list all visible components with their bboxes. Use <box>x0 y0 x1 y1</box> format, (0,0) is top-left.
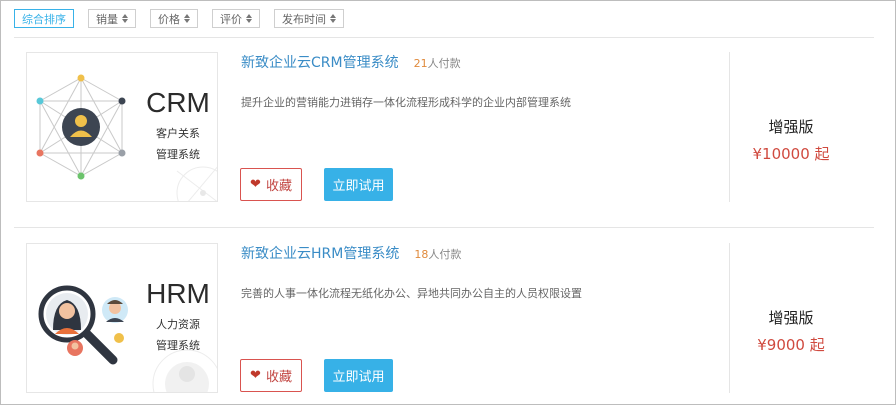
product-thumbnail[interactable]: CRM 客户关系 管理系统 <box>26 52 218 202</box>
favorite-label: 收藏 <box>265 370 292 385</box>
product-description: 提升企业的营销能力进销存一体化流程形成科学的企业内部管理系统 <box>241 96 571 109</box>
sort-price-button[interactable]: 价格 <box>150 9 198 28</box>
product-title[interactable]: 新致企业云HRM管理系统 <box>241 243 399 263</box>
edition-label: 增强版 <box>768 309 814 327</box>
product-item-crm: CRM 客户关系 管理系统 新致企业云CRM管理系统 21人付款 提升企业的营销… <box>14 38 874 228</box>
sort-rating-button[interactable]: 评价 <box>212 9 260 28</box>
sort-date-button[interactable]: 发布时间 <box>274 9 344 28</box>
try-now-button[interactable]: 立即试用 <box>324 168 393 201</box>
product-title-row: 新致企业云CRM管理系统 21人付款 <box>241 52 461 72</box>
paid-count-number: 18 <box>414 248 429 261</box>
product-item-hrm: HRM 人力资源 管理系统 新致企业云HRM管理系统 18人付款 完善的人事一体… <box>14 229 874 405</box>
sort-arrows-icon <box>246 14 252 23</box>
sort-label: 综合排序 <box>22 12 66 26</box>
sort-arrows-icon <box>330 14 336 23</box>
product-title-row: 新致企业云HRM管理系统 18人付款 <box>241 243 461 263</box>
sort-comprehensive-button[interactable]: 综合排序 <box>14 9 74 28</box>
heart-icon: ❤ <box>250 177 261 192</box>
sort-label: 评价 <box>220 12 242 26</box>
thumb-subtitle: 管理系统 <box>156 148 200 161</box>
sort-arrows-icon <box>122 14 128 23</box>
sort-label: 销量 <box>96 12 118 26</box>
row-divider <box>14 227 874 228</box>
thumb-abbr: CRM <box>146 87 210 118</box>
try-now-label: 立即试用 <box>332 370 385 385</box>
sort-arrows-icon <box>184 14 190 23</box>
thumb-subtitle: 客户关系 <box>156 127 200 140</box>
price-label: ¥9000 起 <box>757 336 825 354</box>
price-label: ¥10000 起 <box>752 145 830 163</box>
paid-count: 21人付款 <box>414 55 461 71</box>
thumb-subtitle: 人力资源 <box>156 318 200 331</box>
favorite-button[interactable]: ❤ 收藏 <box>240 168 302 201</box>
sort-bar: 综合排序 销量 价格 评价 发布时间 <box>14 9 358 29</box>
paid-count-number: 21 <box>413 57 428 70</box>
favorite-button[interactable]: ❤ 收藏 <box>240 359 302 392</box>
paid-count-suffix: 人付款 <box>427 57 461 70</box>
paid-count: 18人付款 <box>414 246 461 262</box>
sort-sales-button[interactable]: 销量 <box>88 9 136 28</box>
thumb-subtitle: 管理系统 <box>156 339 200 352</box>
thumb-abbr: HRM <box>146 278 210 309</box>
edition-label: 增强版 <box>768 118 814 136</box>
heart-icon: ❤ <box>250 368 261 383</box>
paid-count-suffix: 人付款 <box>428 248 462 261</box>
product-thumbnail[interactable]: HRM 人力资源 管理系统 <box>26 243 218 393</box>
sort-label: 发布时间 <box>282 12 326 26</box>
product-description: 完善的人事一体化流程无纸化办公、异地共同办公自主的人员权限设置 <box>241 287 582 300</box>
favorite-label: 收藏 <box>265 179 292 194</box>
try-now-button[interactable]: 立即试用 <box>324 359 393 392</box>
sort-label: 价格 <box>158 12 180 26</box>
try-now-label: 立即试用 <box>332 179 385 194</box>
product-title[interactable]: 新致企业云CRM管理系统 <box>241 52 399 72</box>
